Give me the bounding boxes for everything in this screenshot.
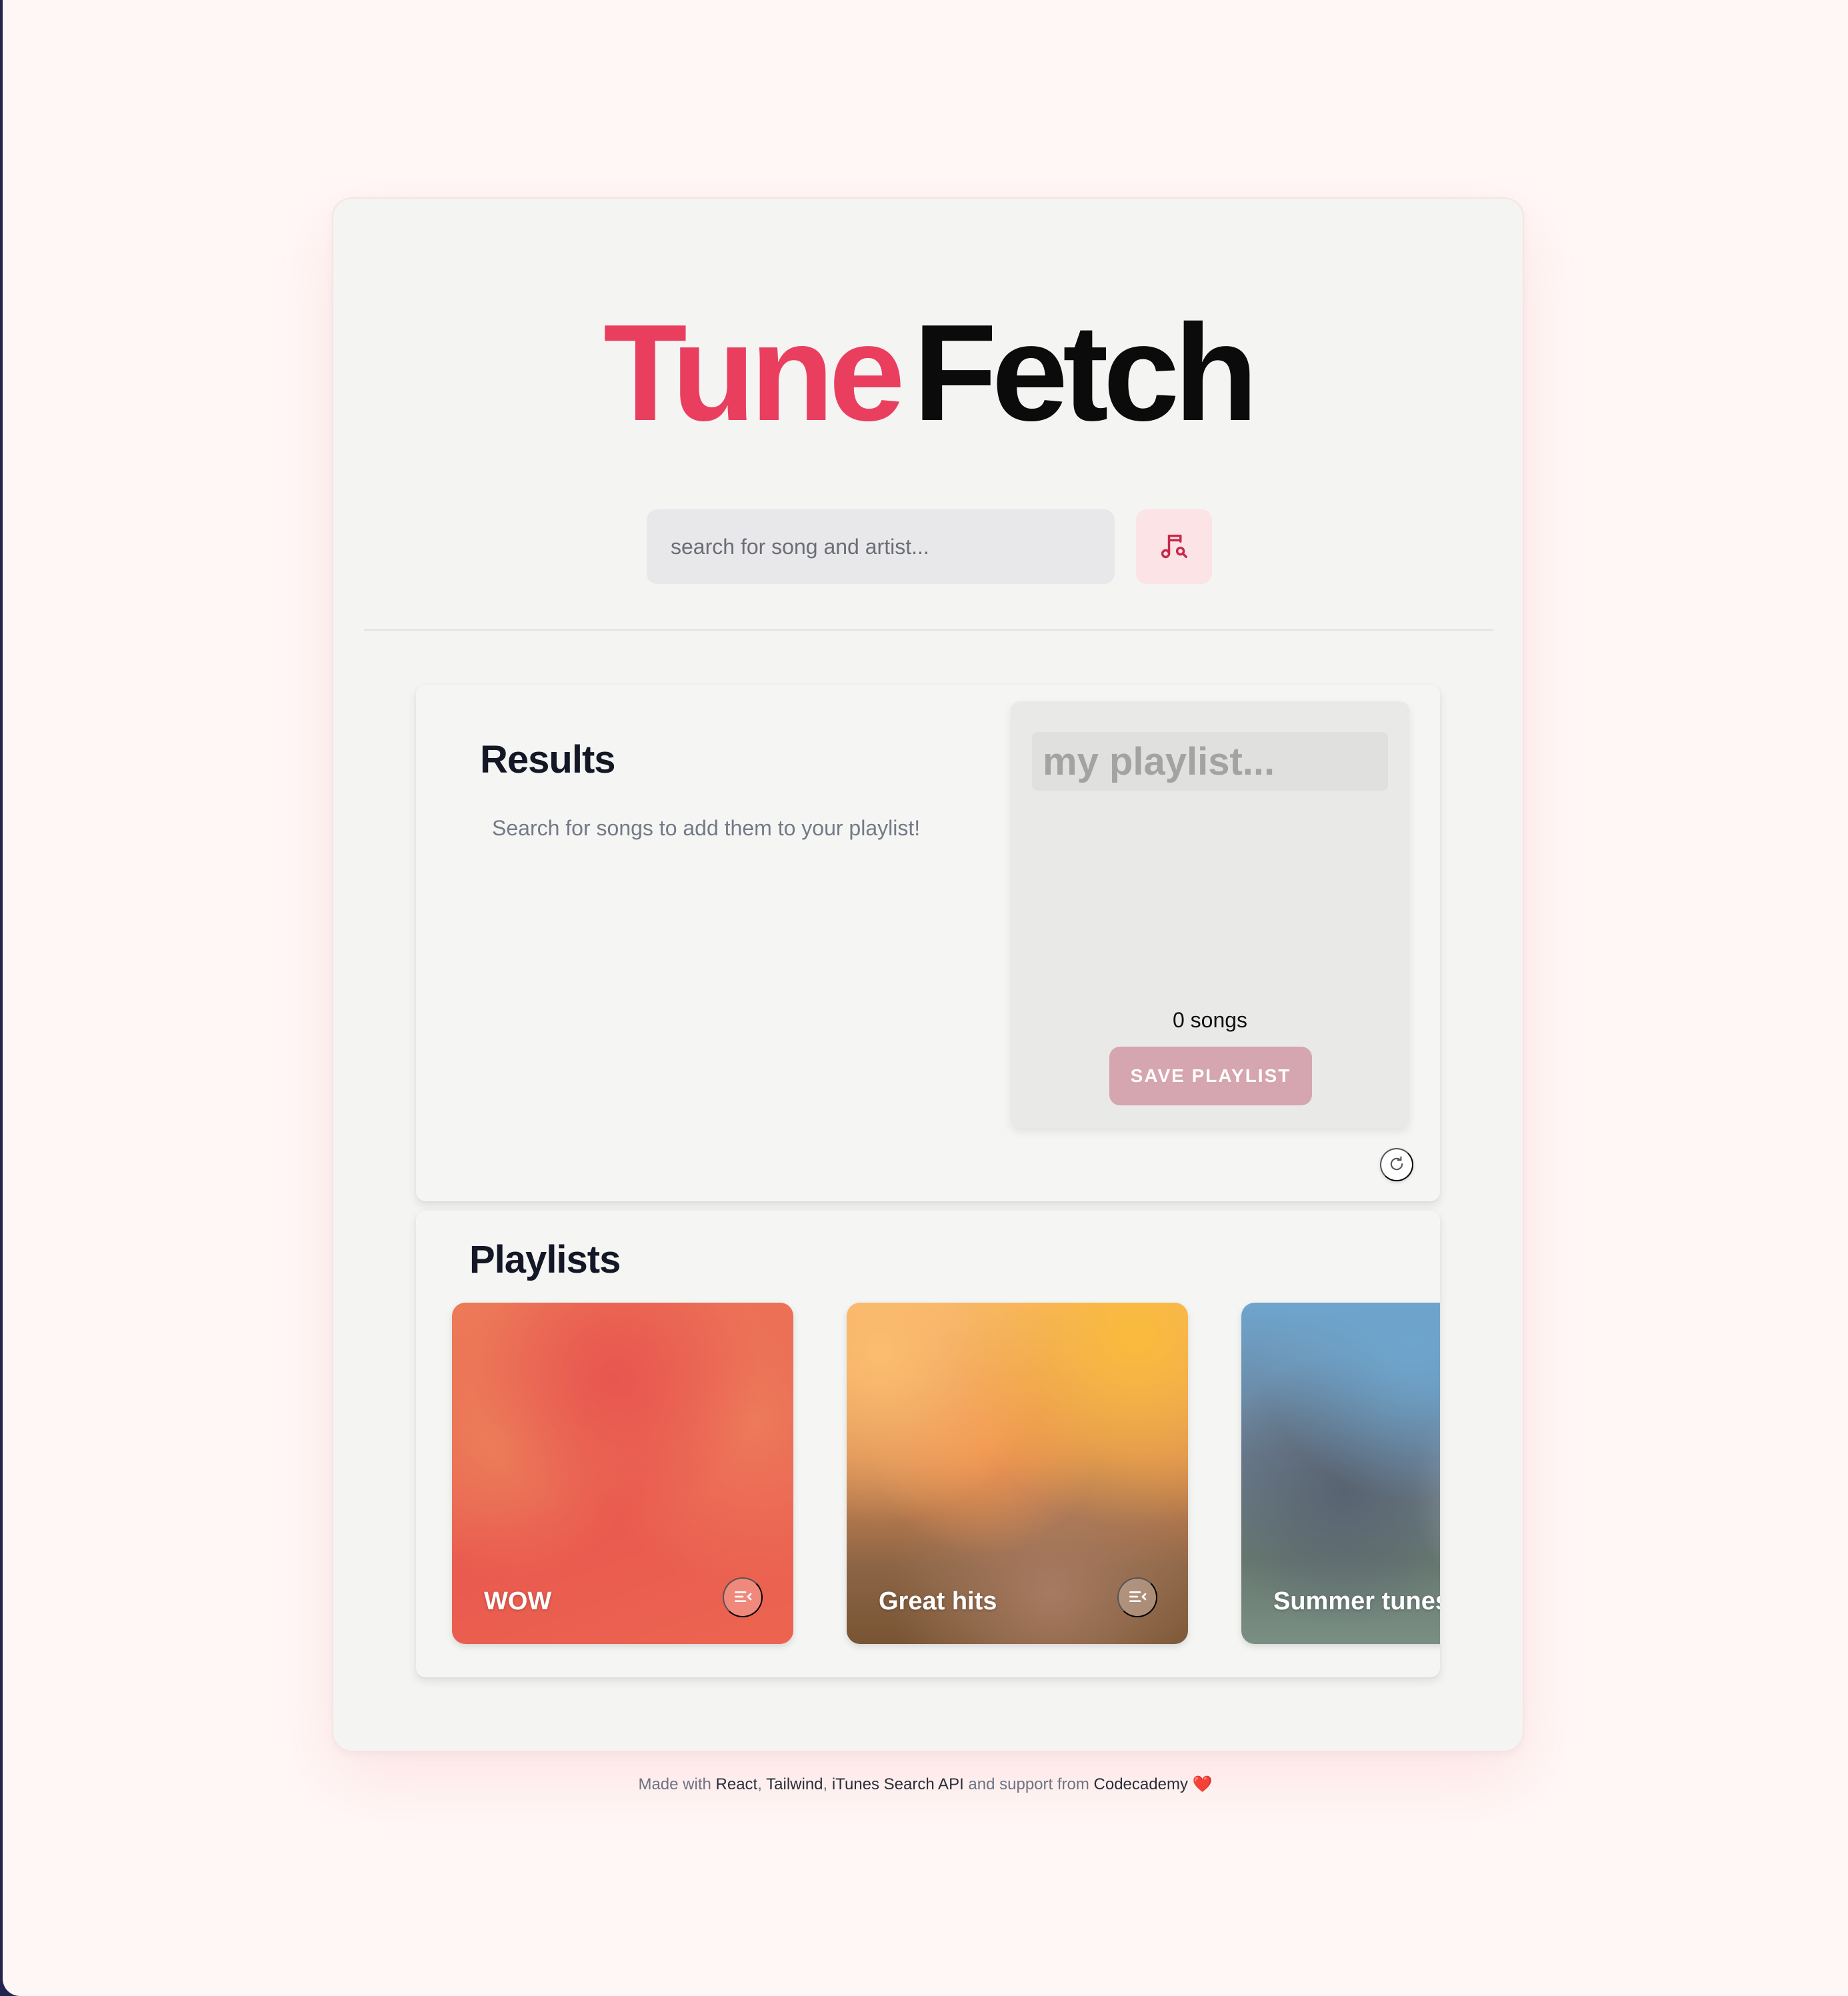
playlist-load-icon	[1127, 1586, 1148, 1609]
playlist-load-icon	[732, 1586, 753, 1609]
playlist-card-name: Summer tunes	[1273, 1587, 1440, 1615]
results-empty-message: Search for songs to add them to your pla…	[492, 816, 921, 840]
save-playlist-button[interactable]: SAVE PLAYLIST	[1109, 1047, 1312, 1105]
search-button[interactable]	[1136, 509, 1212, 584]
heart-icon: ❤️	[1192, 1775, 1213, 1793]
logo-fetch: Fetch	[913, 296, 1258, 449]
playlists-title: Playlists	[469, 1238, 621, 1281]
footer-middle: and support from	[968, 1775, 1089, 1793]
playlists-panel: Playlists WOW Great hits Summer tunes	[416, 1211, 1440, 1677]
results-title: Results	[480, 738, 616, 781]
main-card: TuneFetch Results Search for songs to ad…	[332, 197, 1524, 1752]
playlist-editor: 0 songs SAVE PLAYLIST	[1011, 701, 1409, 1128]
refresh-button[interactable]	[1380, 1148, 1413, 1181]
playlist-card-summer-tunes[interactable]: Summer tunes	[1241, 1303, 1440, 1644]
footer-link-tailwind[interactable]: Tailwind	[766, 1775, 823, 1793]
playlist-card-wow[interactable]: WOW	[452, 1303, 793, 1644]
results-panel: Results Search for songs to add them to …	[416, 685, 1440, 1201]
logo-tune: Tune	[603, 296, 905, 449]
footer-link-react[interactable]: React	[716, 1775, 758, 1793]
footer-link-codecademy[interactable]: Codecademy	[1094, 1775, 1188, 1793]
playlist-card-name: WOW	[484, 1587, 552, 1615]
playlist-card-name: Great hits	[879, 1587, 997, 1615]
song-count: 0 songs	[1172, 1008, 1248, 1032]
footer: Made with React, Tailwind, iTunes Search…	[3, 1775, 1848, 1794]
playlist-card-great-hits[interactable]: Great hits	[847, 1303, 1188, 1644]
playlist-load-button[interactable]	[723, 1577, 763, 1617]
app-window: TuneFetch Results Search for songs to ad…	[3, 0, 1848, 1996]
footer-separator: ,	[757, 1775, 762, 1793]
refresh-icon	[1387, 1155, 1406, 1175]
footer-separator: ,	[823, 1775, 828, 1793]
footer-prefix: Made with	[638, 1775, 711, 1793]
header-divider	[364, 629, 1493, 631]
music-search-icon	[1159, 531, 1189, 563]
app-logo: TuneFetch	[333, 304, 1523, 441]
footer-link-itunes[interactable]: iTunes Search API	[832, 1775, 964, 1793]
search-input[interactable]	[647, 509, 1115, 584]
playlist-load-button[interactable]	[1117, 1577, 1157, 1617]
playlist-name-input[interactable]	[1032, 732, 1388, 791]
